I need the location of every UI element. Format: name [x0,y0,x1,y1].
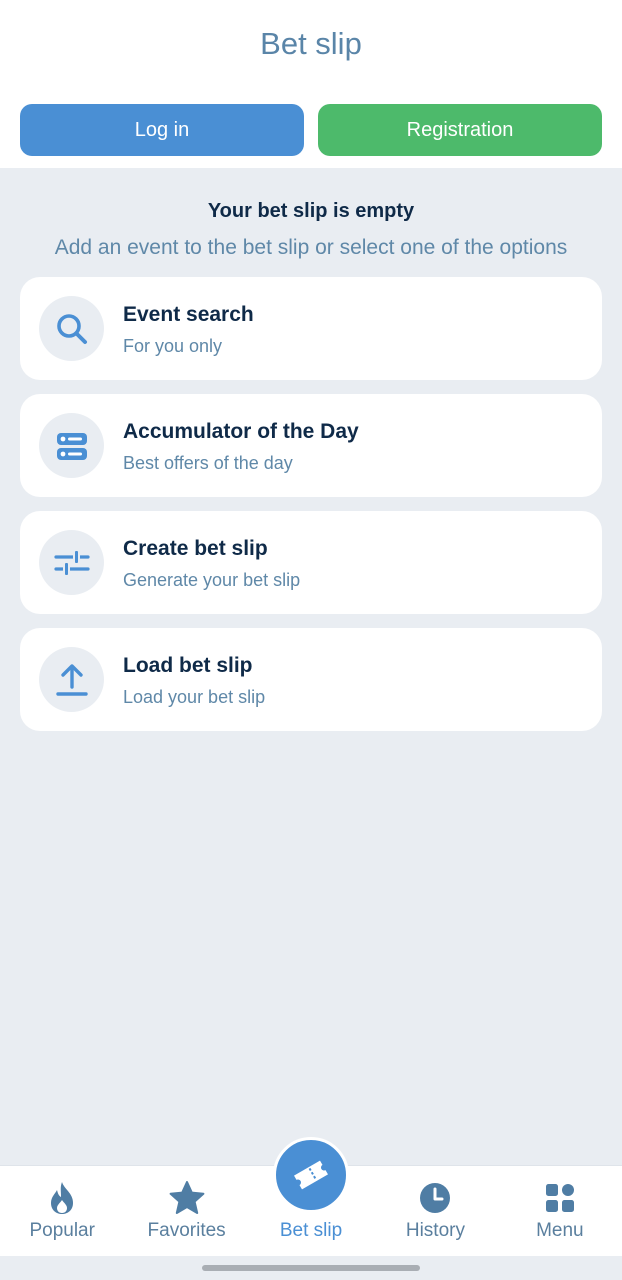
card-subtitle: Load your bet slip [123,687,266,707]
nav-label: History [405,1220,465,1241]
empty-state-subtitle: Add an event to the bet slip or select o… [54,236,568,259]
page-title: Bet slip [260,26,362,61]
nav-favorites[interactable]: Favorites [124,1166,248,1257]
load-bet-slip-card[interactable]: Load bet slip Load your bet slip [20,628,602,731]
empty-state-title: Your bet slip is empty [207,200,415,222]
nav-label: Popular [29,1220,95,1241]
registration-button[interactable]: Registration [318,104,602,156]
nav-history[interactable]: History [373,1166,497,1257]
create-bet-slip-card[interactable]: Create bet slip Generate your bet slip [20,511,602,614]
card-title: Create bet slip [123,537,268,560]
home-gesture-bar[interactable] [202,1265,420,1271]
accumulator-icon [39,413,104,478]
nav-popular[interactable]: Popular [0,1166,124,1257]
accumulator-card[interactable]: Accumulator of the Day Best offers of th… [20,394,602,497]
card-subtitle: For you only [123,336,223,356]
clock-icon [417,1180,453,1216]
sliders-icon [39,530,104,595]
header: Bet slip Log in Registration [0,0,622,168]
event-search-card[interactable]: Event search For you only [20,277,602,380]
bottom-navigation: Popular Favorites Bet slip History Menu [0,1137,622,1257]
star-icon [169,1180,205,1216]
card-subtitle: Best offers of the day [123,453,293,473]
options-list: Event search For you only Accumulator of… [20,277,602,745]
auth-buttons: Log in Registration [20,104,602,156]
login-button[interactable]: Log in [20,104,304,156]
flame-icon [44,1180,80,1216]
nav-bet-slip[interactable]: Bet slip [249,1137,373,1257]
card-subtitle: Generate your bet slip [123,570,301,590]
nav-label: Favorites [147,1220,226,1241]
ticket-icon [273,1137,350,1213]
card-title: Accumulator of the Day [123,420,359,443]
bet-slip-screen: Bet slip Log in Registration Your bet sl… [0,0,622,1280]
search-icon [39,296,104,361]
nav-menu[interactable]: Menu [498,1166,622,1257]
upload-icon [39,647,104,712]
nav-label: Bet slip [279,1220,343,1241]
grid-icon [542,1180,578,1216]
card-title: Load bet slip [123,654,253,677]
nav-label: Menu [536,1220,584,1241]
card-title: Event search [123,303,254,326]
